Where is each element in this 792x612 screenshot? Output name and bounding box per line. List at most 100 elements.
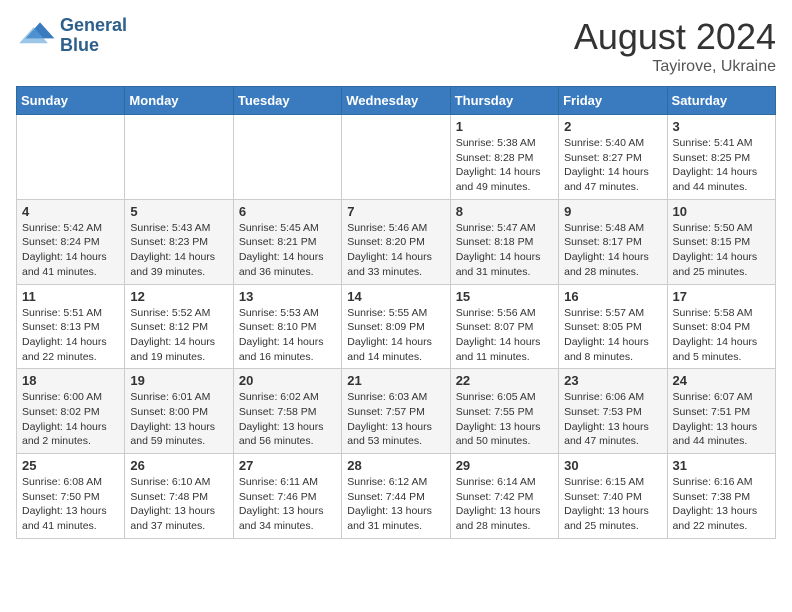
day-info: Sunrise: 5:43 AM Sunset: 8:23 PM Dayligh…: [130, 221, 227, 280]
day-number: 19: [130, 373, 227, 388]
calendar-cell: 3 Sunrise: 5:41 AM Sunset: 8:25 PM Daylig…: [667, 115, 775, 200]
calendar-cell: 27 Sunrise: 6:11 AM Sunset: 7:46 PM Dayli…: [233, 454, 341, 539]
day-info: Sunrise: 5:47 AM Sunset: 8:18 PM Dayligh…: [456, 221, 553, 280]
calendar-cell: 8 Sunrise: 5:47 AM Sunset: 8:18 PM Daylig…: [450, 199, 558, 284]
title-block: August 2024 Tayirove, Ukraine: [574, 16, 776, 76]
day-info: Sunrise: 5:53 AM Sunset: 8:10 PM Dayligh…: [239, 306, 336, 365]
calendar-cell: 10 Sunrise: 5:50 AM Sunset: 8:15 PM Dayli…: [667, 199, 775, 284]
weekday-header-monday: Monday: [125, 87, 233, 115]
day-number: 4: [22, 204, 119, 219]
day-number: 23: [564, 373, 661, 388]
calendar-cell: 21 Sunrise: 6:03 AM Sunset: 7:57 PM Dayli…: [342, 369, 450, 454]
day-info: Sunrise: 6:12 AM Sunset: 7:44 PM Dayligh…: [347, 475, 444, 534]
day-number: 9: [564, 204, 661, 219]
week-row-1: 1 Sunrise: 5:38 AM Sunset: 8:28 PM Daylig…: [17, 115, 776, 200]
week-row-5: 25 Sunrise: 6:08 AM Sunset: 7:50 PM Dayli…: [17, 454, 776, 539]
calendar-cell: 6Sunrise: 5:45 AM Sunset: 8:21 PM Daylig…: [233, 199, 341, 284]
week-row-2: 4Sunrise: 5:42 AM Sunset: 8:24 PM Daylig…: [17, 199, 776, 284]
calendar-cell: [125, 115, 233, 200]
location: Tayirove, Ukraine: [574, 58, 776, 76]
day-number: 1: [456, 119, 553, 134]
month-title: August 2024: [574, 16, 776, 58]
day-number: 31: [673, 458, 770, 473]
day-info: Sunrise: 5:56 AM Sunset: 8:07 PM Dayligh…: [456, 306, 553, 365]
day-number: 2: [564, 119, 661, 134]
calendar-cell: 18 Sunrise: 6:00 AM Sunset: 8:02 PM Dayli…: [17, 369, 125, 454]
day-info: Sunrise: 5:38 AM Sunset: 8:28 PM Dayligh…: [456, 136, 553, 195]
day-number: 5: [130, 204, 227, 219]
calendar-cell: 22 Sunrise: 6:05 AM Sunset: 7:55 PM Dayli…: [450, 369, 558, 454]
day-info: Sunrise: 6:08 AM Sunset: 7:50 PM Dayligh…: [22, 475, 119, 534]
week-row-4: 18 Sunrise: 6:00 AM Sunset: 8:02 PM Dayli…: [17, 369, 776, 454]
calendar-cell: 5 Sunrise: 5:43 AM Sunset: 8:23 PM Daylig…: [125, 199, 233, 284]
day-info: Sunrise: 5:50 AM Sunset: 8:15 PM Dayligh…: [673, 221, 770, 280]
calendar-cell: [233, 115, 341, 200]
page-header: General Blue August 2024 Tayirove, Ukrai…: [16, 16, 776, 76]
day-info: Sunrise: 6:15 AM Sunset: 7:40 PM Dayligh…: [564, 475, 661, 534]
calendar-cell: 1 Sunrise: 5:38 AM Sunset: 8:28 PM Daylig…: [450, 115, 558, 200]
day-info: Sunrise: 6:05 AM Sunset: 7:55 PM Dayligh…: [456, 390, 553, 449]
calendar-cell: 19 Sunrise: 6:01 AM Sunset: 8:00 PM Dayli…: [125, 369, 233, 454]
day-info: Sunrise: 6:10 AM Sunset: 7:48 PM Dayligh…: [130, 475, 227, 534]
day-info: Sunrise: 6:01 AM Sunset: 8:00 PM Dayligh…: [130, 390, 227, 449]
day-number: 22: [456, 373, 553, 388]
day-number: 3: [673, 119, 770, 134]
day-number: 15: [456, 289, 553, 304]
day-number: 26: [130, 458, 227, 473]
day-number: 16: [564, 289, 661, 304]
calendar-cell: 4Sunrise: 5:42 AM Sunset: 8:24 PM Daylig…: [17, 199, 125, 284]
day-number: 30: [564, 458, 661, 473]
calendar-cell: 17 Sunrise: 5:58 AM Sunset: 8:04 PM Dayli…: [667, 284, 775, 369]
day-info: Sunrise: 6:07 AM Sunset: 7:51 PM Dayligh…: [673, 390, 770, 449]
weekday-header-tuesday: Tuesday: [233, 87, 341, 115]
calendar-cell: 13 Sunrise: 5:53 AM Sunset: 8:10 PM Dayli…: [233, 284, 341, 369]
calendar-cell: 28 Sunrise: 6:12 AM Sunset: 7:44 PM Dayli…: [342, 454, 450, 539]
calendar-cell: 14Sunrise: 5:55 AM Sunset: 8:09 PM Dayli…: [342, 284, 450, 369]
day-number: 6: [239, 204, 336, 219]
calendar-cell: 16Sunrise: 5:57 AM Sunset: 8:05 PM Dayli…: [559, 284, 667, 369]
calendar-cell: 7Sunrise: 5:46 AM Sunset: 8:20 PM Daylig…: [342, 199, 450, 284]
day-number: 8: [456, 204, 553, 219]
logo-icon: [16, 16, 56, 56]
calendar-cell: 12Sunrise: 5:52 AM Sunset: 8:12 PM Dayli…: [125, 284, 233, 369]
weekday-header-saturday: Saturday: [667, 87, 775, 115]
day-number: 11: [22, 289, 119, 304]
calendar-cell: 15 Sunrise: 5:56 AM Sunset: 8:07 PM Dayli…: [450, 284, 558, 369]
day-number: 21: [347, 373, 444, 388]
day-number: 18: [22, 373, 119, 388]
day-info: Sunrise: 5:51 AM Sunset: 8:13 PM Dayligh…: [22, 306, 119, 365]
day-info: Sunrise: 5:41 AM Sunset: 8:25 PM Dayligh…: [673, 136, 770, 195]
day-number: 27: [239, 458, 336, 473]
weekday-header-row: SundayMondayTuesdayWednesdayThursdayFrid…: [17, 87, 776, 115]
calendar-cell: [342, 115, 450, 200]
day-info: Sunrise: 5:55 AM Sunset: 8:09 PM Dayligh…: [347, 306, 444, 365]
day-info: Sunrise: 6:16 AM Sunset: 7:38 PM Dayligh…: [673, 475, 770, 534]
calendar-table: SundayMondayTuesdayWednesdayThursdayFrid…: [16, 86, 776, 539]
day-info: Sunrise: 6:02 AM Sunset: 7:58 PM Dayligh…: [239, 390, 336, 449]
calendar-cell: 31 Sunrise: 6:16 AM Sunset: 7:38 PM Dayli…: [667, 454, 775, 539]
day-number: 10: [673, 204, 770, 219]
day-number: 28: [347, 458, 444, 473]
day-number: 12: [130, 289, 227, 304]
day-info: Sunrise: 5:58 AM Sunset: 8:04 PM Dayligh…: [673, 306, 770, 365]
calendar-cell: 30 Sunrise: 6:15 AM Sunset: 7:40 PM Dayli…: [559, 454, 667, 539]
day-number: 24: [673, 373, 770, 388]
day-info: Sunrise: 6:03 AM Sunset: 7:57 PM Dayligh…: [347, 390, 444, 449]
day-info: Sunrise: 6:11 AM Sunset: 7:46 PM Dayligh…: [239, 475, 336, 534]
day-info: Sunrise: 5:48 AM Sunset: 8:17 PM Dayligh…: [564, 221, 661, 280]
calendar-cell: 9 Sunrise: 5:48 AM Sunset: 8:17 PM Daylig…: [559, 199, 667, 284]
day-number: 7: [347, 204, 444, 219]
day-number: 29: [456, 458, 553, 473]
calendar-cell: 20Sunrise: 6:02 AM Sunset: 7:58 PM Dayli…: [233, 369, 341, 454]
calendar-cell: 29 Sunrise: 6:14 AM Sunset: 7:42 PM Dayli…: [450, 454, 558, 539]
day-info: Sunrise: 6:14 AM Sunset: 7:42 PM Dayligh…: [456, 475, 553, 534]
calendar-cell: 25 Sunrise: 6:08 AM Sunset: 7:50 PM Dayli…: [17, 454, 125, 539]
calendar-cell: 2Sunrise: 5:40 AM Sunset: 8:27 PM Daylig…: [559, 115, 667, 200]
day-info: Sunrise: 6:00 AM Sunset: 8:02 PM Dayligh…: [22, 390, 119, 449]
day-number: 17: [673, 289, 770, 304]
day-number: 13: [239, 289, 336, 304]
week-row-3: 11 Sunrise: 5:51 AM Sunset: 8:13 PM Dayli…: [17, 284, 776, 369]
day-number: 25: [22, 458, 119, 473]
weekday-header-friday: Friday: [559, 87, 667, 115]
weekday-header-wednesday: Wednesday: [342, 87, 450, 115]
